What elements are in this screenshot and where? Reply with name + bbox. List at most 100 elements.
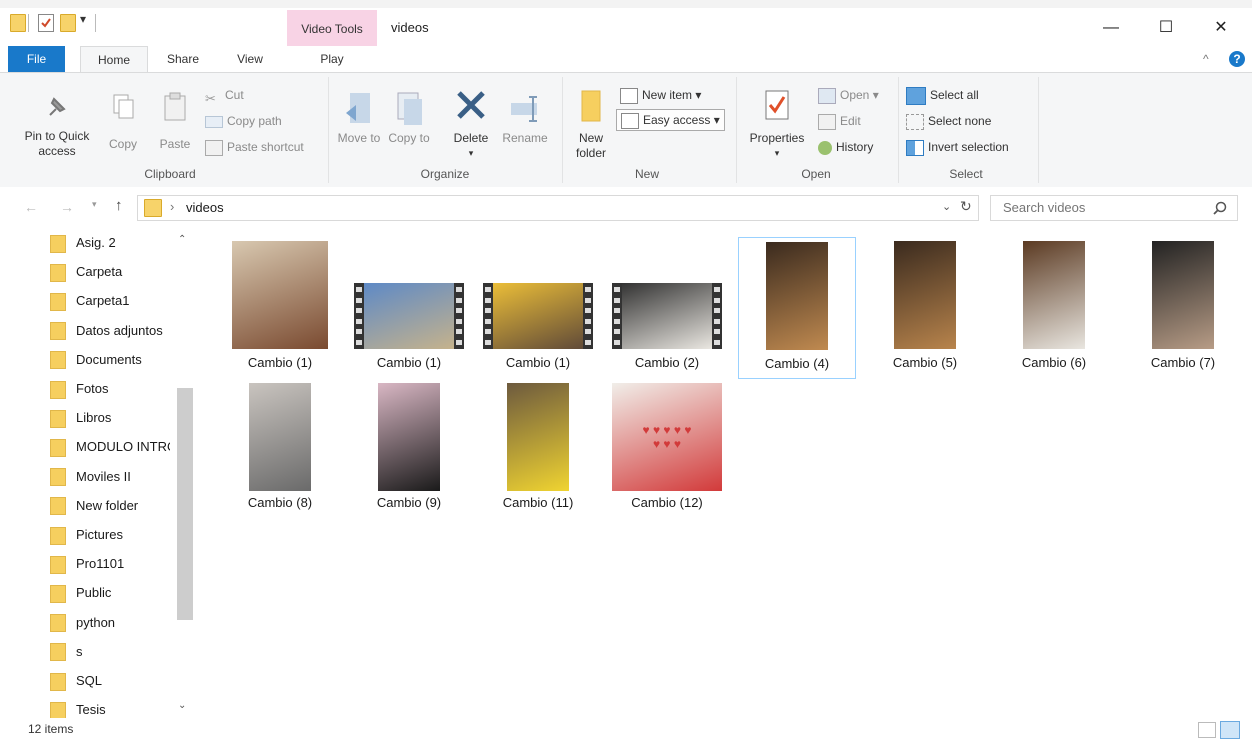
copy-path-button[interactable]: Copy path <box>205 111 282 131</box>
address-history-chevron-icon[interactable]: ⌄ <box>942 200 951 213</box>
background-window-strip <box>0 0 1252 8</box>
sidebar-item-label: s <box>76 643 83 659</box>
new-folder-button[interactable]: New folder <box>568 87 614 161</box>
tab-home[interactable]: Home <box>80 46 148 74</box>
cut-label: Cut <box>225 88 244 102</box>
maximize-button[interactable]: ☐ <box>1143 14 1189 42</box>
sidebar-item[interactable]: s <box>50 641 170 663</box>
sidebar-item[interactable]: python <box>50 612 170 634</box>
file-item[interactable]: Cambio (6) <box>996 237 1112 377</box>
tab-play[interactable]: Play <box>287 46 377 72</box>
scroll-down-icon[interactable]: ⌄ <box>178 700 186 711</box>
pin-quick-access-button[interactable]: Pin to Quick access <box>14 91 100 159</box>
minimize-button[interactable]: — <box>1088 14 1134 42</box>
delete-button[interactable]: Delete ▾ <box>446 87 496 161</box>
copy-to-button[interactable]: Copy to <box>386 91 432 146</box>
refresh-icon[interactable]: ↻ <box>960 198 972 215</box>
file-item[interactable]: Cambio (7) <box>1125 237 1241 377</box>
address-bar[interactable]: › videos ⌄ ↻ <box>137 195 979 221</box>
sidebar-item-label: New folder <box>76 497 139 513</box>
invert-selection-button[interactable]: Invert selection <box>906 137 1009 157</box>
large-icons-view-icon[interactable] <box>1220 721 1240 739</box>
sidebar-item[interactable]: Pictures <box>50 524 170 546</box>
file-item[interactable]: Cambio (1) <box>480 237 596 377</box>
file-item[interactable]: Cambio (4) <box>738 237 856 379</box>
group-separator <box>562 77 563 183</box>
properties-quick-icon[interactable] <box>38 14 54 32</box>
properties-button[interactable]: Properties ▾ <box>742 87 812 161</box>
back-arrow-icon[interactable]: ← <box>24 199 38 215</box>
close-button[interactable]: ✕ <box>1198 14 1244 42</box>
delete-dropdown-icon[interactable]: ▾ <box>446 146 496 161</box>
rename-button[interactable]: Rename <box>498 91 552 146</box>
sidebar-item[interactable]: Documents <box>50 349 170 371</box>
tab-view[interactable]: View <box>220 46 280 72</box>
file-item[interactable]: Cambio (1) <box>222 237 338 377</box>
file-item[interactable]: Cambio (2) <box>609 237 725 377</box>
file-item[interactable]: Cambio (11) <box>480 379 596 519</box>
collapse-ribbon-icon[interactable]: ^ <box>1203 52 1209 66</box>
details-view-icon[interactable] <box>1198 722 1216 738</box>
tab-file[interactable]: File <box>8 46 65 72</box>
up-arrow-icon[interactable]: ↑ <box>115 197 123 214</box>
easy-access-button[interactable]: Easy access ▾ <box>616 109 725 131</box>
title-bar: ▾ Video Tools videos — ☐ ✕ <box>0 0 1252 46</box>
sidebar-item-label: Asig. 2 <box>76 235 116 250</box>
group-separator <box>328 77 329 183</box>
search-icon[interactable] <box>1213 201 1227 215</box>
select-none-label: Select none <box>928 114 992 128</box>
sidebar-item[interactable]: Libros <box>50 407 170 429</box>
folder-icon <box>50 614 66 633</box>
sidebar-item[interactable]: SQL <box>50 670 170 692</box>
move-to-button[interactable]: Move to <box>336 91 382 146</box>
sidebar-item[interactable]: Moviles II <box>50 466 170 488</box>
tab-share[interactable]: Share <box>155 46 211 72</box>
new-item-button[interactable]: New item ▾ <box>620 85 701 105</box>
sidebar-item[interactable]: Carpeta1 <box>50 290 170 312</box>
edit-button[interactable]: Edit <box>818 111 861 131</box>
help-icon[interactable]: ? <box>1229 51 1245 67</box>
move-to-label: Move to <box>337 131 381 145</box>
ribbon: Pin to Quick access Copy Paste ✂ Cut Copy… <box>0 72 1252 188</box>
select-all-button[interactable]: Select all <box>906 85 979 105</box>
file-item[interactable]: ♥ ♥ ♥ ♥ ♥ ♥ ♥ ♥ Cambio (12) <box>609 379 725 519</box>
cut-button[interactable]: ✂ Cut <box>205 85 244 106</box>
sidebar-item[interactable]: Pro1101 <box>50 553 170 575</box>
history-button[interactable]: History <box>818 137 873 157</box>
paste-shortcut-button[interactable]: Paste shortcut <box>205 137 304 157</box>
film-strip-icon <box>354 283 364 349</box>
open-button[interactable]: Open ▾ <box>818 85 879 105</box>
folder-icon <box>50 409 66 428</box>
search-input[interactable] <box>1001 199 1205 216</box>
sidebar-item[interactable]: Datos adjuntos <box>50 320 170 342</box>
file-name: Cambio (5) <box>892 355 958 370</box>
copy-label: Copy <box>108 137 137 151</box>
paste-button[interactable]: Paste <box>152 91 198 152</box>
breadcrumb-chevron-icon[interactable]: › <box>170 199 174 214</box>
file-item[interactable]: Cambio (5) <box>867 237 983 377</box>
copy-to-label: Copy to <box>388 131 430 145</box>
properties-dropdown-icon[interactable]: ▾ <box>742 146 812 161</box>
file-item[interactable]: Cambio (8) <box>222 379 338 519</box>
file-item[interactable]: Cambio (1) <box>351 237 467 377</box>
sidebar-item[interactable]: Public <box>50 582 170 604</box>
search-box[interactable] <box>990 195 1238 221</box>
select-none-button[interactable]: Select none <box>906 111 991 131</box>
sidebar-item[interactable]: New folder <box>50 495 170 517</box>
recent-locations-chevron-icon[interactable]: ▾ <box>92 199 97 210</box>
forward-arrow-icon[interactable]: → <box>60 199 74 215</box>
sidebar-item-label: Moviles II <box>76 468 131 484</box>
sidebar-scroll-thumb[interactable] <box>177 388 193 620</box>
sidebar-item[interactable]: Fotos <box>50 378 170 400</box>
copy-button[interactable]: Copy <box>102 91 144 152</box>
customize-qat-icon[interactable]: ▾ <box>80 12 86 26</box>
scroll-up-icon[interactable]: ⌃ <box>178 234 186 245</box>
new-folder-quick-icon[interactable] <box>60 14 76 32</box>
paste-shortcut-label: Paste shortcut <box>227 140 304 154</box>
sidebar-item[interactable]: Carpeta <box>50 261 170 283</box>
breadcrumb-current[interactable]: videos <box>186 200 224 215</box>
sidebar-item[interactable]: Asig. 2 <box>50 232 170 254</box>
history-label: History <box>836 140 874 154</box>
file-item[interactable]: Cambio (9) <box>351 379 467 519</box>
sidebar-item[interactable]: MODULO INTRO <box>50 436 170 458</box>
